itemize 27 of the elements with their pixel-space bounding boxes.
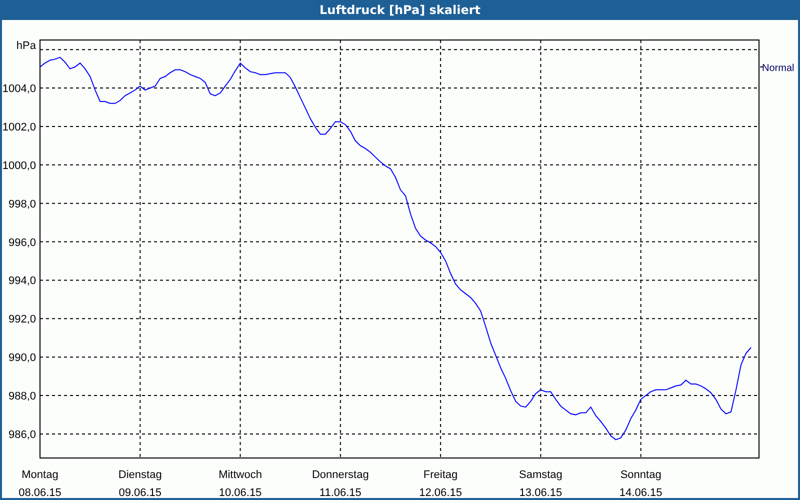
y-axis-label: 1004,0 xyxy=(2,83,36,96)
x-axis-label: Freitag xyxy=(423,469,458,481)
x-axis-label: Sonntag xyxy=(620,469,662,481)
y-axis-label: 1002,0 xyxy=(2,121,36,134)
x-axis-label: Dienstag xyxy=(118,469,162,481)
x-axis-label: 11.06.15 xyxy=(319,487,362,498)
y-axis-label: 998,0 xyxy=(8,198,36,210)
chart-title: Luftdruck [hPa] skaliert xyxy=(320,3,480,17)
x-axis-label: Mittwoch xyxy=(218,469,262,481)
y-axis-label: 986,0 xyxy=(8,428,36,441)
x-axis-label: 14.06.15 xyxy=(619,487,662,498)
x-axis-label: 13.06.15 xyxy=(519,487,562,498)
y-axis-label: 1000,0 xyxy=(2,160,36,172)
y-axis-label: 992,0 xyxy=(8,314,36,326)
y-axis-label: 994,0 xyxy=(8,275,36,288)
y-axis-unit: hPa xyxy=(16,40,36,52)
y-axis-label: 988,0 xyxy=(8,390,36,403)
x-axis-label: Samstag xyxy=(518,469,562,481)
x-axis-label: Montag xyxy=(22,469,58,481)
y-axis-label: 990,0 xyxy=(8,352,36,364)
x-axis-label: 09.06.15 xyxy=(118,487,162,498)
y-axis-label: 996,0 xyxy=(8,236,36,249)
x-axis-label: 12.06.15 xyxy=(419,487,462,498)
x-axis-label: 08.06.15 xyxy=(18,487,62,498)
x-axis-label: Donnerstag xyxy=(312,469,369,481)
x-axis-label: 10.06.15 xyxy=(218,487,262,498)
legend-label: Normal xyxy=(762,62,794,74)
